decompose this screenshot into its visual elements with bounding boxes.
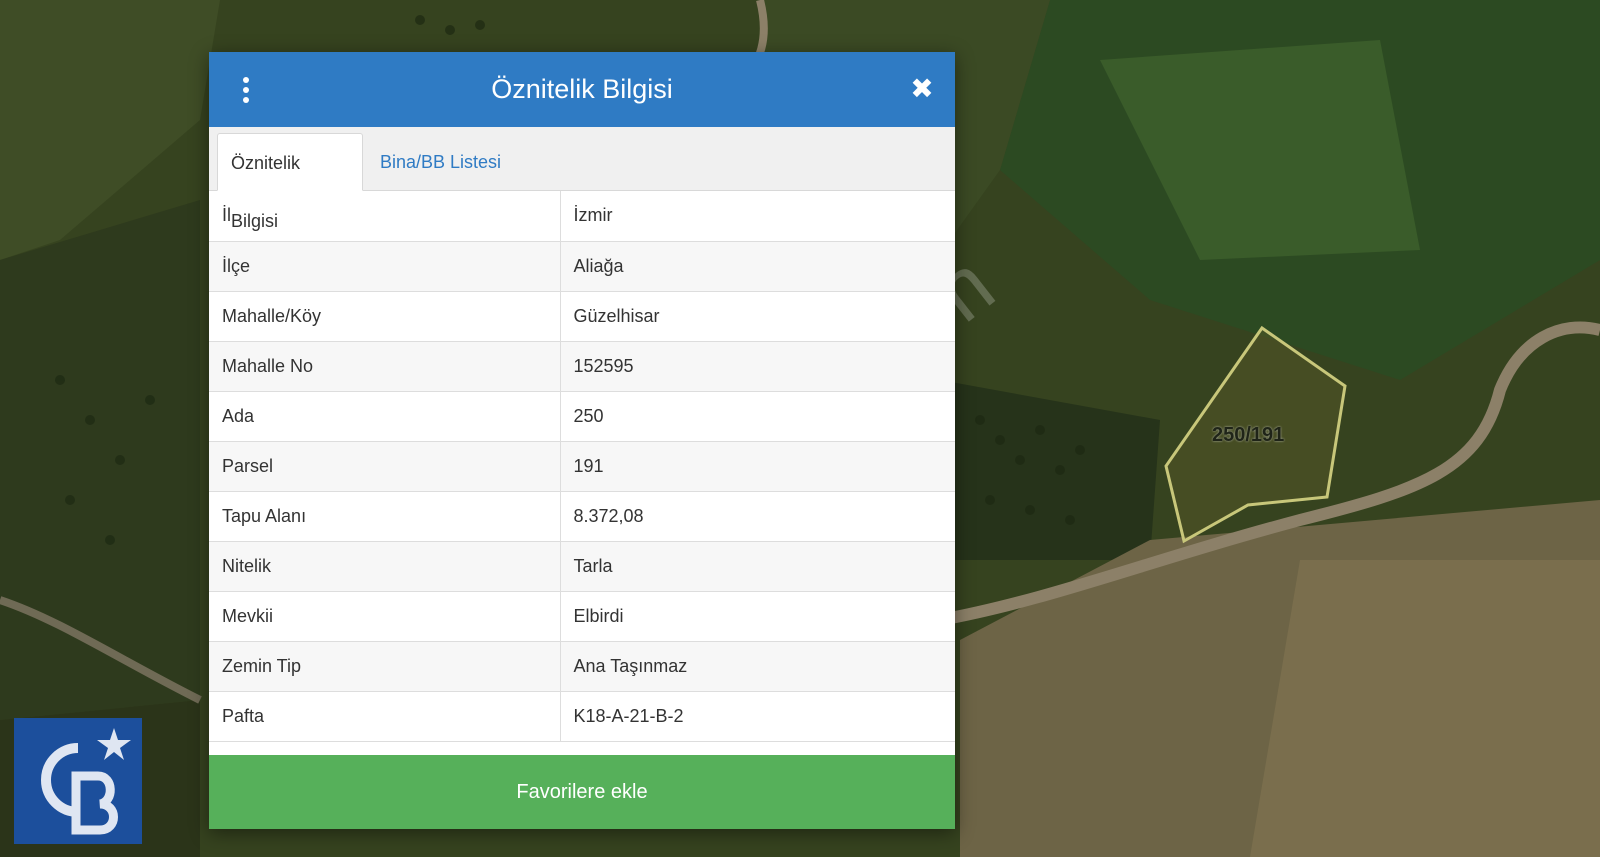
attribute-value: K18-A-21-B-2: [560, 691, 955, 742]
table-row: İl İzmir: [209, 191, 955, 242]
table-row: Mahalle No 152595: [209, 341, 955, 392]
attribute-key: Pafta: [209, 691, 561, 742]
coldwell-banker-logo: [14, 718, 142, 844]
attribute-value: Aliağa: [560, 241, 955, 292]
attribute-key: Mevkii: [209, 591, 561, 642]
attribute-value: Tarla: [560, 541, 955, 592]
cb-logo-icon: [14, 718, 142, 844]
table-row: Zemin Tip Ana Taşınmaz: [209, 641, 955, 692]
attribute-key: Zemin Tip: [209, 641, 561, 692]
table-row: Nitelik Tarla: [209, 541, 955, 592]
attribute-key: Tapu Alanı: [209, 491, 561, 542]
tab-attribute-info[interactable]: Öznitelik Bilgisi: [217, 133, 363, 231]
attribute-key: Nitelik: [209, 541, 561, 592]
attribute-key: Mahalle No: [209, 341, 561, 392]
attribute-value: 152595: [560, 341, 955, 392]
attribute-key: Parsel: [209, 441, 561, 492]
attribute-value: Elbirdi: [560, 591, 955, 642]
attribute-value: 191: [560, 441, 955, 492]
table-row: Parsel 191: [209, 441, 955, 492]
parcel-label[interactable]: 250/191: [1212, 424, 1284, 447]
attribute-info-dialog: Öznitelik Bilgisi ✖ Öznitelik Bilgisi Bi…: [209, 52, 955, 829]
table-row: Mahalle/Köy Güzelhisar: [209, 291, 955, 342]
table-row: Ada 250: [209, 391, 955, 442]
add-to-favorites-button[interactable]: Favorilere ekle: [209, 755, 955, 829]
tab-building-list[interactable]: Bina/BB Listesi: [367, 133, 514, 191]
attribute-value: Güzelhisar: [560, 291, 955, 342]
attribute-key: Mahalle/Köy: [209, 291, 561, 342]
table-row: Mevkii Elbirdi: [209, 591, 955, 642]
attribute-table: İl İzmir İlçe Aliağa Mahalle/Köy Güzelhisar Ma…: [209, 191, 955, 742]
attribute-value: İzmir: [560, 191, 955, 242]
dialog-title: Öznitelik Bilgisi: [491, 74, 673, 104]
vertical-dots-icon[interactable]: [231, 72, 261, 108]
attribute-key: Ada: [209, 391, 561, 442]
dialog-tabs: Öznitelik Bilgisi Bina/BB Listesi: [209, 127, 955, 231]
attribute-value: 250: [560, 391, 955, 442]
table-row: Pafta K18-A-21-B-2: [209, 691, 955, 742]
attribute-value: Ana Taşınmaz: [560, 641, 955, 692]
table-row: İlçe Aliağa: [209, 241, 955, 292]
attribute-value: 8.372,08: [560, 491, 955, 542]
close-icon[interactable]: ✖: [907, 74, 937, 104]
table-row: Tapu Alanı 8.372,08: [209, 491, 955, 542]
dialog-header: Öznitelik Bilgisi ✖: [209, 52, 955, 127]
